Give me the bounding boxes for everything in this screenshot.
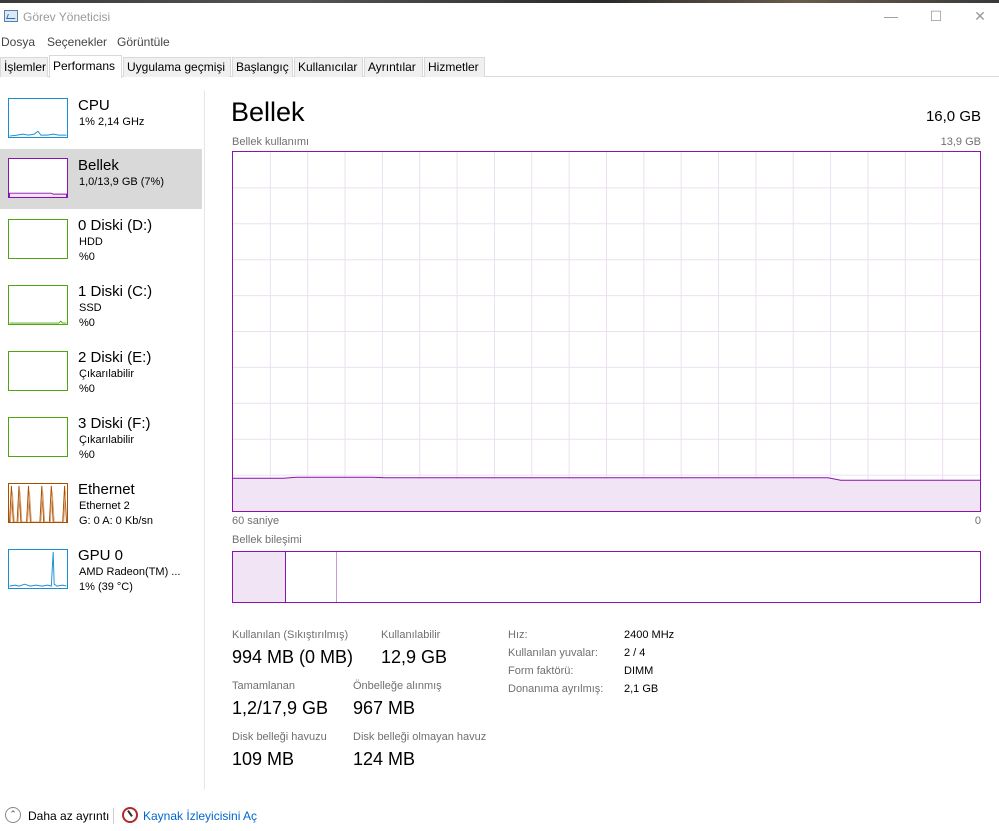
sidebar-detail: AMD Radeon(TM) ... (79, 566, 181, 578)
sidebar-item-gpu[interactable]: GPU 0 AMD Radeon(TM) ... 1% (39 °C) (0, 540, 202, 600)
sidebar-detail-2: %0 (79, 251, 95, 263)
sidebar-item-disk-0[interactable]: 0 Diski (D:) HDD %0 (0, 210, 202, 270)
form-factor-label: Form faktörü: (508, 665, 574, 677)
sidebar-detail: Çıkarılabilir (79, 434, 135, 446)
tab-app-history[interactable]: Uygulama geçmişi (123, 57, 231, 77)
sidebar-detail-2: 1% (39 °C) (79, 581, 133, 593)
nonpaged-pool-value: 124 MB (353, 749, 416, 769)
footer: ⌃ Daha az ayrıntı Kaynak İzleyicisini Aç (0, 803, 999, 831)
committed-label: Tamamlanan (232, 680, 295, 692)
sidebar-detail: SSD (79, 302, 102, 314)
gpu-thumbnail-graph (8, 549, 68, 589)
fewer-details-link[interactable]: Daha az ayrıntı (28, 809, 109, 823)
sidebar-name: CPU (78, 97, 110, 114)
performance-sidebar: CPU 1% 2,14 GHz Bellek 1,0/13,9 GB (7%) … (0, 90, 205, 790)
memory-composition-label: Bellek bileşimi (232, 534, 302, 546)
memory-usage-max: 13,9 GB (940, 136, 981, 148)
sidebar-name: 1 Diski (C:) (78, 283, 153, 300)
tab-details[interactable]: Ayrıntılar (364, 57, 423, 77)
slots-used-label: Kullanılan yuvalar: (508, 647, 598, 659)
sidebar-detail-2: G: 0 A: 0 Kb/sn (79, 515, 153, 527)
sidebar-name: 3 Diski (F:) (78, 415, 151, 432)
in-use-value: 994 MB (0 MB) (232, 647, 354, 667)
sidebar-item-disk-1[interactable]: 1 Diski (C:) SSD %0 (0, 276, 202, 336)
sidebar-item-cpu[interactable]: CPU 1% 2,14 GHz (0, 90, 202, 150)
sidebar-item-disk-2[interactable]: 2 Diski (E:) Çıkarılabilir %0 (0, 342, 202, 402)
sidebar-detail-2: %0 (79, 383, 95, 395)
composition-in-use (233, 552, 286, 602)
page-title: Bellek (231, 97, 305, 127)
hardware-reserved-value: 2,1 GB (624, 683, 659, 695)
sidebar-item-ethernet[interactable]: Ethernet Ethernet 2 G: 0 A: 0 Kb/sn (0, 474, 202, 534)
form-factor-value: DIMM (624, 665, 654, 677)
memory-usage-area (233, 477, 980, 511)
tab-services[interactable]: Hizmetler (424, 57, 485, 77)
menu-options[interactable]: Seçenekler (47, 35, 107, 49)
menu-view[interactable]: Görüntüle (117, 35, 170, 49)
footer-separator (113, 808, 114, 824)
sidebar-item-disk-3[interactable]: 3 Diski (F:) Çıkarılabilir %0 (0, 408, 202, 468)
time-axis-end: 0 (974, 515, 981, 527)
disk-thumbnail-graph (8, 417, 68, 457)
minimize-button[interactable]: — (879, 6, 903, 28)
sidebar-detail: HDD (79, 236, 103, 248)
available-label: Kullanılabilir (381, 629, 441, 641)
cached-label: Önbelleğe alınmış (353, 680, 442, 692)
desktop-strip (0, 0, 999, 3)
sidebar-detail: Çıkarılabilir (79, 368, 135, 380)
sidebar-name: 2 Diski (E:) (78, 349, 152, 366)
menu-file[interactable]: Dosya (1, 35, 35, 49)
tab-processes[interactable]: İşlemler (0, 57, 48, 77)
chevron-up-icon[interactable]: ⌃ (5, 807, 21, 823)
menu-bar: Dosya Seçenekler Görüntüle (0, 33, 999, 51)
paged-pool-value: 109 MB (232, 749, 295, 769)
in-use-label: Kullanılan (Sıkıştırılmış) (232, 629, 349, 641)
composition-standby-divider (336, 552, 337, 602)
ethernet-thumbnail-graph (8, 483, 68, 523)
tab-performance[interactable]: Performans (49, 55, 122, 78)
sidebar-name: Bellek (78, 157, 119, 174)
disk-thumbnail-graph (8, 351, 68, 391)
speed-label: Hız: (508, 629, 528, 641)
memory-usage-chart (233, 152, 980, 511)
nonpaged-pool-label: Disk belleği olmayan havuz (353, 731, 487, 743)
memory-composition-bar (232, 551, 981, 603)
sidebar-detail-2: %0 (79, 317, 95, 329)
sidebar-detail: 1,0/13,9 GB (7%) (79, 176, 164, 188)
memory-thumbnail-graph (8, 158, 68, 198)
sidebar-detail: 1% 2,14 GHz (79, 116, 145, 128)
disk-thumbnail-graph (8, 285, 68, 325)
disk-thumbnail-graph (8, 219, 68, 259)
maximize-button[interactable]: ☐ (924, 6, 948, 28)
memory-usage-label: Bellek kullanımı (232, 136, 310, 148)
window-title: Görev Yöneticisi (23, 10, 111, 24)
hardware-reserved-label: Donanıma ayrılmış: (508, 683, 604, 695)
sidebar-name: 0 Diski (D:) (78, 217, 153, 234)
resource-monitor-icon[interactable] (122, 807, 138, 823)
tab-users[interactable]: Kullanıcılar (294, 57, 363, 77)
title-bar: Görev Yöneticisi — ☐ ✕ (0, 0, 999, 33)
tab-startup[interactable]: Başlangıç (232, 57, 293, 77)
cached-value: 967 MB (353, 698, 416, 718)
time-axis-start: 60 saniye (232, 515, 280, 527)
paged-pool-label: Disk belleği havuzu (232, 731, 327, 743)
tab-bar: İşlemler Performans Uygulama geçmişi Baş… (0, 55, 999, 78)
sidebar-name: Ethernet (78, 481, 135, 498)
task-manager-icon (4, 10, 18, 22)
speed-value: 2400 MHz (624, 629, 675, 641)
sidebar-name: GPU 0 (78, 547, 124, 564)
open-resource-monitor-link[interactable]: Kaynak İzleyicisini Aç (143, 809, 257, 823)
slots-used-value: 2 / 4 (624, 647, 646, 659)
memory-usage-graph (232, 151, 981, 512)
memory-total: 16,0 GB (925, 108, 981, 125)
sidebar-detail-2: %0 (79, 449, 95, 461)
available-value: 12,9 GB (381, 647, 448, 667)
close-button[interactable]: ✕ (968, 6, 992, 28)
committed-value: 1,2/17,9 GB (232, 698, 329, 718)
sidebar-detail: Ethernet 2 (79, 500, 130, 512)
cpu-thumbnail-graph (8, 98, 68, 138)
sidebar-item-memory[interactable]: Bellek 1,0/13,9 GB (7%) (0, 149, 202, 209)
